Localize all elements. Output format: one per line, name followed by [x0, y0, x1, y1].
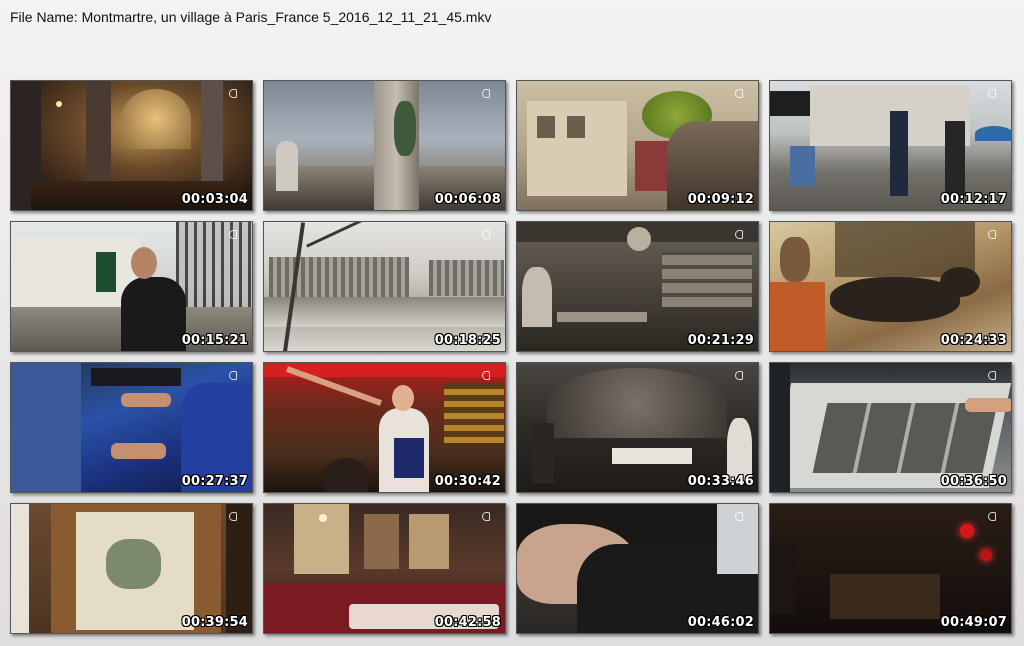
thumbnail-image — [770, 222, 1011, 351]
thumbnail-13[interactable]: 00:39:54 — [10, 503, 253, 634]
timestamp: 00:42:58 — [434, 615, 501, 630]
timestamp: 00:30:42 — [434, 474, 501, 489]
channel-logo-icon — [735, 230, 743, 239]
thumbnail-14[interactable]: 00:42:58 — [263, 503, 506, 634]
thumbnail-2[interactable]: 00:06:08 — [263, 80, 506, 211]
thumbnail-image — [264, 363, 505, 492]
thumbnail-image — [517, 222, 758, 351]
thumbnail-image — [11, 504, 252, 633]
channel-logo-icon — [988, 512, 996, 521]
thumbnail-image — [517, 81, 758, 210]
thumbnail-8[interactable]: 00:24:33 — [769, 221, 1012, 352]
thumbnail-11[interactable]: 00:33:46 — [516, 362, 759, 493]
timestamp: 00:06:08 — [434, 192, 501, 207]
channel-logo-icon — [482, 512, 490, 521]
channel-logo-icon — [229, 89, 237, 98]
thumbnail-image — [264, 81, 505, 210]
channel-logo-icon — [735, 371, 743, 380]
thumbnail-image — [517, 363, 758, 492]
thumbnail-image — [517, 504, 758, 633]
timestamp: 00:09:12 — [687, 192, 754, 207]
timestamp: 00:36:50 — [940, 474, 1007, 489]
timestamp: 00:21:29 — [687, 333, 754, 348]
thumbnail-9[interactable]: 00:27:37 — [10, 362, 253, 493]
timestamp: 00:03:04 — [181, 192, 248, 207]
channel-logo-icon — [229, 512, 237, 521]
timestamp: 00:12:17 — [940, 192, 1007, 207]
thumbnail-image — [770, 363, 1011, 492]
thumbnail-10[interactable]: 00:30:42 — [263, 362, 506, 493]
thumbnail-12[interactable]: 00:36:50 — [769, 362, 1012, 493]
channel-logo-icon — [988, 230, 996, 239]
channel-logo-icon — [482, 371, 490, 380]
thumbnail-image — [11, 222, 252, 351]
channel-logo-icon — [988, 89, 996, 98]
timestamp: 00:49:07 — [940, 615, 1007, 630]
thumbnail-5[interactable]: 00:15:21 — [10, 221, 253, 352]
channel-logo-icon — [735, 512, 743, 521]
timestamp: 00:15:21 — [181, 333, 248, 348]
thumbnail-16[interactable]: 00:49:07 — [769, 503, 1012, 634]
timestamp: 00:18:25 — [434, 333, 501, 348]
thumbnail-image — [264, 504, 505, 633]
channel-logo-icon — [229, 371, 237, 380]
thumbnail-3[interactable]: 00:09:12 — [516, 80, 759, 211]
timestamp: 00:24:33 — [940, 333, 1007, 348]
timestamp: 00:33:46 — [687, 474, 754, 489]
thumbnail-image — [11, 81, 252, 210]
timestamp: 00:39:54 — [181, 615, 248, 630]
thumbnail-6[interactable]: 00:18:25 — [263, 221, 506, 352]
channel-logo-icon — [735, 89, 743, 98]
timestamp: 00:46:02 — [687, 615, 754, 630]
thumbnail-4[interactable]: 00:12:17 — [769, 80, 1012, 211]
thumbnail-1[interactable]: 00:03:04 — [10, 80, 253, 211]
thumbnail-7[interactable]: 00:21:29 — [516, 221, 759, 352]
file-name-label: File Name: Montmartre, un village à Pari… — [10, 9, 492, 25]
thumbnail-image — [11, 363, 252, 492]
channel-logo-icon — [229, 230, 237, 239]
channel-logo-icon — [988, 371, 996, 380]
channel-logo-icon — [482, 89, 490, 98]
thumbnail-image — [264, 222, 505, 351]
thumbnail-15[interactable]: 00:46:02 — [516, 503, 759, 634]
thumbnail-grid: 00:03:04 00:06:08 00:09:12 00:12:17 00:1… — [10, 80, 1012, 634]
thumbnail-image — [770, 504, 1011, 633]
thumbnail-image — [770, 81, 1011, 210]
timestamp: 00:27:37 — [181, 474, 248, 489]
channel-logo-icon — [482, 230, 490, 239]
